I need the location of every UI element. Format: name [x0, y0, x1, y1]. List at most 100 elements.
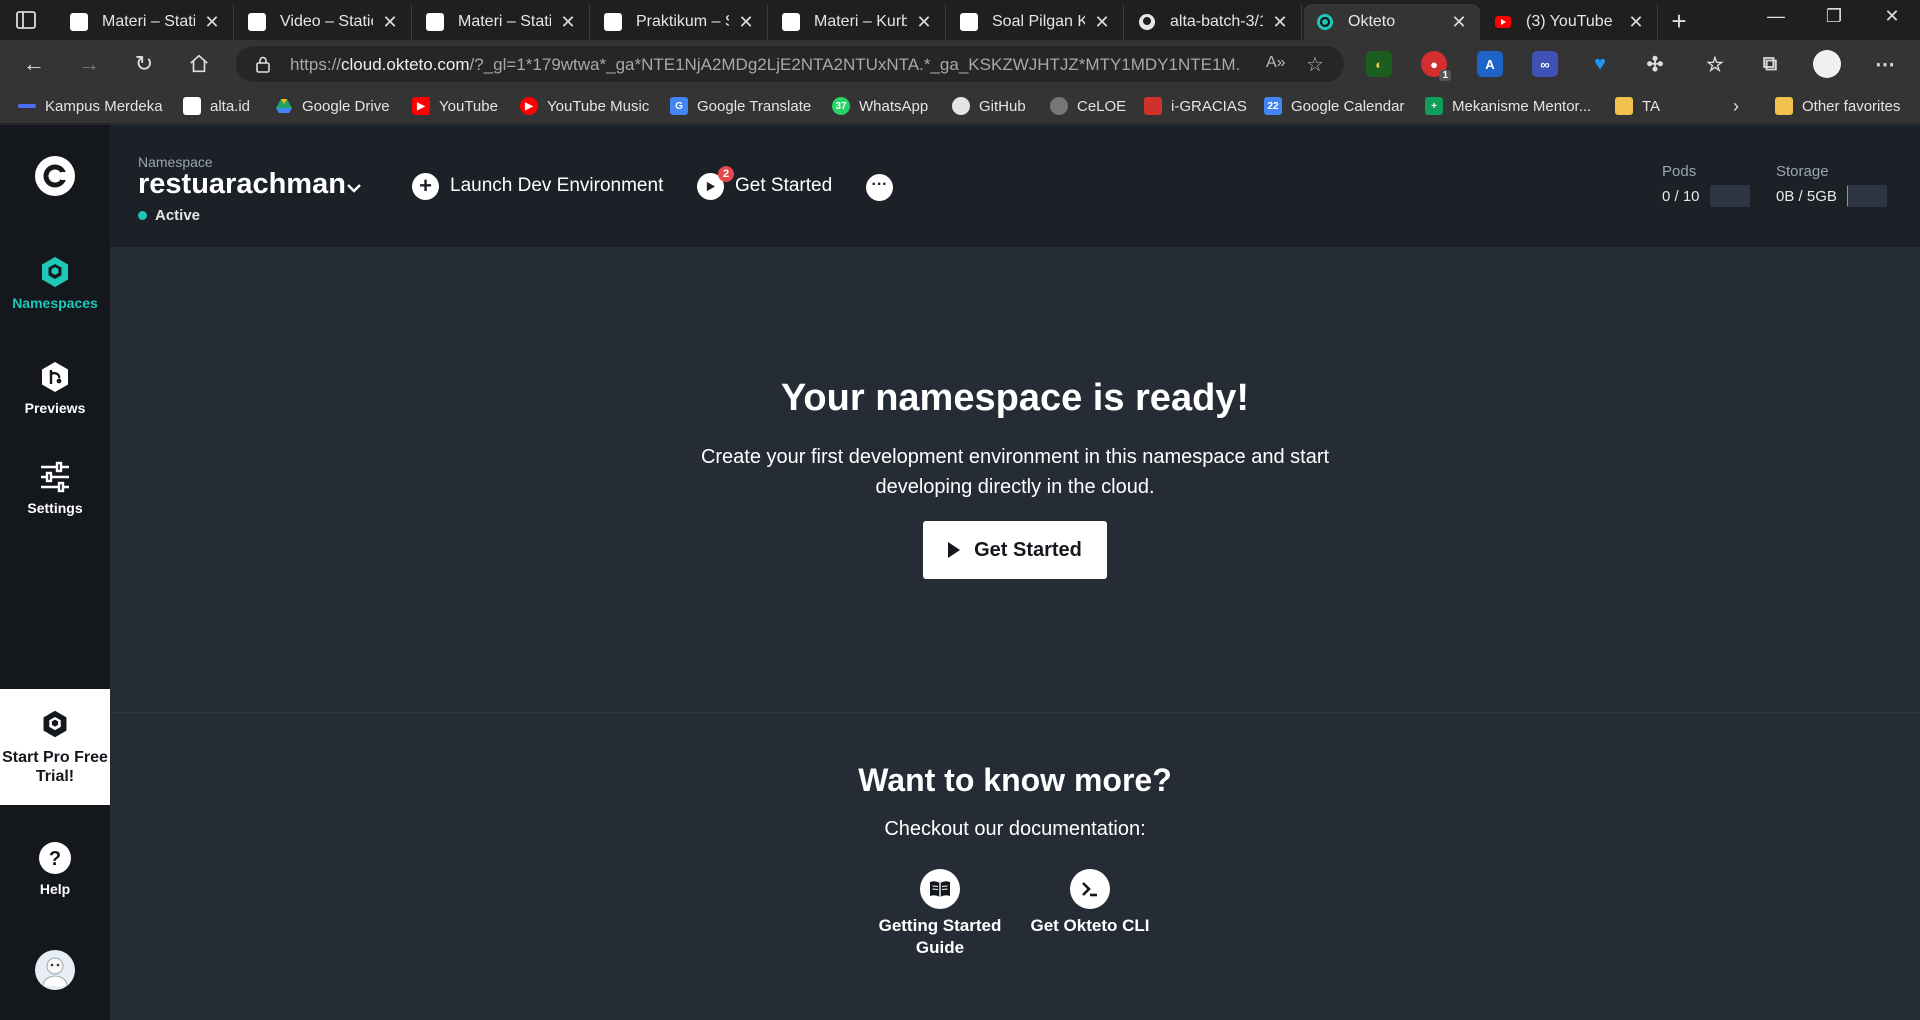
translate-extension-icon[interactable]: A: [1477, 51, 1503, 77]
bookmark-google-calendar[interactable]: 22 Google Calendar: [1264, 95, 1404, 117]
address-bar[interactable]: https://cloud.okteto.com/?_gl=1*179wtwa*…: [236, 46, 1344, 82]
help-icon: ?: [39, 842, 71, 874]
close-tab-icon[interactable]: ✕: [559, 12, 577, 33]
namespaces-icon: [42, 257, 68, 287]
bookmark-i-gracias[interactable]: i-GRACIAS: [1144, 95, 1247, 117]
sidebar-item-help[interactable]: ? Help: [0, 841, 110, 897]
google-drive-icon: [275, 97, 293, 115]
browser-tab-active[interactable]: Okteto ✕: [1304, 4, 1480, 40]
sidebar-item-namespaces[interactable]: Namespaces: [0, 255, 110, 311]
pods-usage-bar: [1709, 185, 1750, 207]
extension-icon[interactable]: ∞: [1532, 51, 1558, 77]
google-sheets-icon: +: [1425, 97, 1443, 115]
browser-tab[interactable]: Praktikum – St ✕: [592, 4, 768, 40]
read-aloud-icon[interactable]: A»: [1266, 54, 1286, 72]
bookmarks-bar: Kampus Merdeka alta.id Google Drive ▶ You…: [0, 88, 1920, 124]
page-title: Your namespace is ready!: [780, 377, 1250, 419]
get-started-button[interactable]: Get Started: [923, 521, 1107, 579]
celoe-icon: [1050, 97, 1068, 115]
close-tab-icon[interactable]: ✕: [1271, 12, 1289, 33]
chevron-down-icon[interactable]: [346, 180, 362, 198]
close-tab-icon[interactable]: ✕: [381, 12, 399, 33]
close-window-button[interactable]: ✕: [1872, 6, 1912, 27]
close-tab-icon[interactable]: ✕: [915, 12, 933, 33]
browser-tab[interactable]: (3) YouTube ✕: [1482, 4, 1658, 40]
launch-dev-environment-button[interactable]: + Launch Dev Environment: [412, 172, 663, 200]
extension-icon[interactable]: ♥: [1587, 51, 1613, 77]
youtube-icon: ▶: [412, 97, 430, 115]
new-tab-button[interactable]: +: [1664, 6, 1694, 37]
bookmark-kampus-merdeka[interactable]: Kampus Merdeka: [18, 95, 163, 117]
bookmark-youtube[interactable]: ▶ YouTube: [412, 95, 498, 117]
close-tab-icon[interactable]: ✕: [1627, 12, 1645, 33]
app-header: Namespace restuarachman Active + Launch …: [110, 125, 1920, 247]
github-icon: [1138, 13, 1156, 31]
browser-tab[interactable]: Soal Pilgan KM ✕: [948, 4, 1124, 40]
terminal-icon: [1070, 869, 1110, 909]
storage-usage-bar: [1846, 185, 1887, 207]
extensions-puzzle-icon[interactable]: ✣: [1642, 51, 1668, 77]
get-started-header-button[interactable]: 2 Get Started: [697, 165, 832, 200]
bookmark-github[interactable]: GitHub: [952, 95, 1026, 117]
browser-tab[interactable]: alta-batch-3/1 ✕: [1126, 4, 1302, 40]
user-avatar[interactable]: [35, 950, 75, 990]
bookmark-other-favorites[interactable]: Other favorites: [1775, 95, 1900, 117]
sidebar-item-previews[interactable]: Previews: [0, 360, 110, 416]
browser-tab[interactable]: Materi – Static ✕: [58, 4, 234, 40]
kampus-merdeka-icon: [18, 104, 36, 108]
more-info-heading: Want to know more?: [858, 762, 1172, 798]
close-tab-icon[interactable]: ✕: [1093, 12, 1111, 33]
settings-icon: [41, 461, 69, 493]
getting-started-guide-link[interactable]: Getting Started Guide: [875, 869, 1005, 959]
extension-icon[interactable]: ◐: [1366, 51, 1392, 77]
bookmark-celoe[interactable]: CeLOE: [1050, 95, 1126, 117]
restore-button[interactable]: ❐: [1814, 6, 1854, 27]
reload-button[interactable]: ↻: [130, 50, 158, 78]
page-subtitle: Create your first development environmen…: [700, 446, 1330, 498]
play-circle-icon: 2: [697, 165, 734, 200]
section-divider: [110, 712, 1920, 713]
bookmarks-overflow-chevron-icon[interactable]: ›: [1733, 95, 1739, 117]
plus-circle-icon: +: [412, 172, 439, 200]
bookmark-alta[interactable]: alta.id: [183, 95, 250, 117]
forward-button[interactable]: →: [75, 50, 103, 78]
back-button[interactable]: ←: [20, 50, 48, 78]
youtube-icon: [1494, 13, 1512, 31]
namespace-selector[interactable]: restuarachman: [138, 168, 346, 201]
add-favorite-icon[interactable]: ☆: [1306, 52, 1324, 77]
google-translate-icon: G: [670, 97, 688, 115]
close-tab-icon[interactable]: ✕: [1450, 12, 1468, 33]
extension-adblock-icon[interactable]: ● 1: [1421, 51, 1451, 81]
browser-menu-icon[interactable]: ⋯: [1872, 51, 1898, 77]
app-sidebar: Namespaces Previews Settings Start Pro F…: [0, 125, 110, 1020]
close-tab-icon[interactable]: ✕: [203, 12, 221, 33]
home-icon[interactable]: [185, 50, 213, 78]
alta-favicon-icon: [426, 13, 444, 31]
browser-tab[interactable]: Video – Static ✕: [236, 4, 412, 40]
bookmark-google-translate[interactable]: G Google Translate: [670, 95, 811, 117]
get-okteto-cli-link[interactable]: Get Okteto CLI: [1025, 869, 1155, 937]
bookmark-whatsapp[interactable]: 37 WhatsApp: [832, 95, 928, 117]
start-pro-trial-button[interactable]: Start Pro Free Trial!: [0, 689, 110, 805]
minimize-button[interactable]: —: [1756, 6, 1796, 27]
profile-avatar-icon[interactable]: [1813, 50, 1841, 78]
lock-icon[interactable]: [254, 55, 272, 73]
bookmark-google-drive[interactable]: Google Drive: [275, 95, 390, 117]
okteto-hexagon-icon: [43, 710, 67, 738]
browser-tab[interactable]: Materi – Kurbe ✕: [770, 4, 946, 40]
favorites-icon[interactable]: ☆: [1702, 51, 1728, 77]
close-tab-icon[interactable]: ✕: [737, 12, 755, 33]
book-icon: [920, 869, 960, 909]
sidebar-item-settings[interactable]: Settings: [0, 460, 110, 516]
bookmark-mekanisme-mentor[interactable]: + Mekanisme Mentor...: [1425, 95, 1591, 117]
tab-actions-icon[interactable]: [14, 8, 38, 32]
okteto-logo-icon[interactable]: [34, 155, 76, 197]
collections-icon[interactable]: ⧉: [1757, 51, 1783, 77]
bookmark-folder-ta[interactable]: TA: [1615, 95, 1660, 117]
more-options-icon[interactable]: ···: [866, 174, 893, 201]
browser-tab[interactable]: Materi – Static ✕: [414, 4, 590, 40]
bookmark-youtube-music[interactable]: ▶ YouTube Music: [520, 95, 649, 117]
google-calendar-icon: 22: [1264, 97, 1282, 115]
browser-nav-bar: ← → ↻ https://cloud.okteto.com/?_gl=1*17…: [0, 40, 1920, 88]
whatsapp-icon: 37: [832, 97, 850, 115]
